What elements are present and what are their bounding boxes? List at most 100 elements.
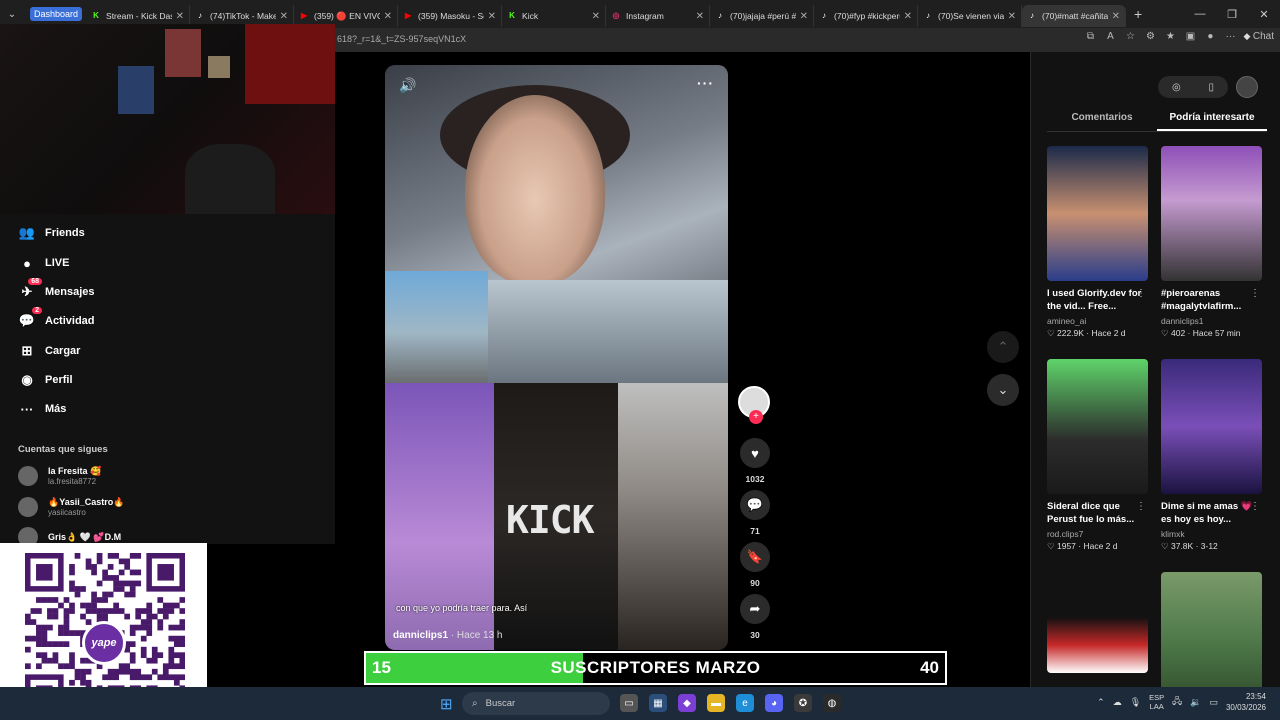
volume-tray-icon[interactable]: 🔉: [1190, 697, 1201, 708]
card-title[interactable]: Sideral dice que Perust fue lo más...: [1047, 500, 1148, 526]
extensions-icon[interactable]: ⚙: [1143, 31, 1157, 42]
bookmark-icon[interactable]: 🔖: [740, 542, 770, 572]
browser-tab[interactable]: ◎ Instagram ✕: [606, 5, 711, 27]
close-tab-icon[interactable]: ✕: [592, 11, 600, 22]
browser-tab[interactable]: K Kick ✕: [502, 5, 607, 27]
browser-tab[interactable]: ♪ (70)Se vienen viaje ✕: [918, 5, 1023, 27]
browser-tab[interactable]: ♪ (70)#fyp #kickperu ✕: [814, 5, 919, 27]
video-more-icon[interactable]: ···: [697, 75, 714, 91]
video-thumbnail[interactable]: [1047, 146, 1148, 281]
profile-avatar-icon[interactable]: ●: [1203, 31, 1217, 42]
creator-avatar[interactable]: +: [738, 386, 770, 424]
browser-tab[interactable]: ♪ (70)jajaja #perú #p ✕: [710, 5, 815, 27]
copilot-icon[interactable]: ◆: [678, 694, 696, 712]
close-tab-icon[interactable]: ✕: [904, 11, 912, 22]
close-tab-icon[interactable]: ✕: [176, 11, 184, 22]
close-tab-icon[interactable]: ✕: [1008, 11, 1016, 22]
like-heart-icon[interactable]: ♥: [740, 438, 770, 468]
close-tab-icon[interactable]: ✕: [384, 11, 392, 22]
minimize-icon[interactable]: —: [1184, 0, 1216, 28]
onedrive-icon[interactable]: ☁: [1113, 697, 1122, 708]
xbox-icon[interactable]: ✪: [794, 694, 812, 712]
video-thumbnail[interactable]: [1161, 146, 1262, 281]
task-view-icon[interactable]: ▭: [620, 694, 638, 712]
translate-icon[interactable]: A: [1103, 31, 1117, 42]
battery-icon[interactable]: ▭: [1209, 697, 1218, 708]
card-author[interactable]: amineo_ai: [1047, 316, 1148, 326]
follow-plus-icon[interactable]: +: [749, 410, 763, 424]
sidebar-item-perfil[interactable]: ◉ Perfil: [18, 371, 72, 389]
address-bar[interactable]: 618?_r=1&_t=ZS-957seqVN1cX ⧉ A ☆ ⚙ ★ ▣ ●…: [335, 28, 1280, 52]
card-author[interactable]: klimxk: [1161, 529, 1262, 539]
tab-group-chip[interactable]: Dashboard: [30, 7, 83, 21]
video-thumbnail[interactable]: [1161, 359, 1262, 494]
sidebar-item-ms[interactable]: ··· Más: [18, 400, 67, 418]
tab-comments[interactable]: Comentarios: [1047, 110, 1157, 131]
tab-may-interest[interactable]: Podría interesarte: [1157, 110, 1267, 131]
sidebar-item-friends[interactable]: 👥 Friends: [18, 224, 85, 242]
file-explorer-icon[interactable]: ▬: [707, 694, 725, 712]
following-account[interactable]: la Fresita 🥰 la.fresita8772: [18, 466, 101, 486]
sidebar-item-mensajes[interactable]: ✈ 68 Mensajes: [18, 278, 95, 301]
comment-icon[interactable]: 💬: [740, 490, 770, 520]
close-tab-icon[interactable]: ✕: [1112, 11, 1120, 22]
widgets-icon[interactable]: ▦: [649, 694, 667, 712]
windows-start-icon[interactable]: ⊞: [440, 695, 453, 713]
card-more-icon[interactable]: ⋮: [1250, 501, 1260, 512]
discord-icon[interactable]: ◕: [765, 694, 783, 712]
recommended-video-card[interactable]: #pieroarenas #magalytvlafirm... ⋮ dannicli…: [1161, 146, 1262, 339]
favorite-star-icon[interactable]: ☆: [1123, 31, 1137, 42]
card-more-icon[interactable]: ⋮: [1136, 501, 1146, 512]
edge-icon[interactable]: e: [736, 694, 754, 712]
favorites-icon[interactable]: ★: [1163, 31, 1177, 42]
share-arrow-icon[interactable]: ➦: [740, 594, 770, 624]
taskbar-search[interactable]: ⌕ Buscar: [462, 692, 610, 715]
video-author-name[interactable]: danniclips1: [393, 630, 448, 641]
tray-overflow-icon[interactable]: ⌃: [1097, 697, 1105, 708]
close-tab-icon[interactable]: ✕: [800, 11, 808, 22]
video-player[interactable]: KICK 🔊 ··· con que yo podría traer para.…: [385, 65, 728, 650]
copilot-chat-button[interactable]: ◆ Chat: [1243, 31, 1274, 42]
card-author[interactable]: danniclips1: [1161, 316, 1262, 326]
recommended-video-card[interactable]: Dime si me amas 💗 es hoy es hoy... ⋮ klimx…: [1161, 359, 1262, 552]
compass-icon[interactable]: ◎: [1172, 82, 1181, 93]
clock[interactable]: 23:54 30/03/2026: [1226, 691, 1266, 713]
phone-icon[interactable]: ▯: [1209, 82, 1215, 93]
new-tab-button[interactable]: +: [1126, 6, 1150, 22]
sidebar-item-cargar[interactable]: ⊞ Cargar: [18, 342, 81, 360]
next-video-chevron-down-icon[interactable]: ⌄: [987, 374, 1019, 406]
user-avatar[interactable]: [1236, 76, 1258, 98]
recommended-video-card[interactable]: I used Glorify.dev for the vid... Free..…: [1047, 146, 1148, 339]
previous-video-chevron-up-icon[interactable]: ⌃: [987, 331, 1019, 363]
close-tab-icon[interactable]: ✕: [280, 11, 288, 22]
card-author[interactable]: rod.clips7: [1047, 529, 1148, 539]
video-author[interactable]: danniclips1 · Hace 13 h: [393, 630, 503, 641]
recommended-video-card[interactable]: [1047, 572, 1148, 673]
close-tab-icon[interactable]: ✕: [696, 11, 704, 22]
card-more-icon[interactable]: ⋮: [1250, 288, 1260, 299]
obs-icon[interactable]: ◍: [823, 694, 841, 712]
view-toggle[interactable]: ◎ ▯: [1158, 76, 1228, 98]
following-account[interactable]: 🔥Yasii_Castro🔥 yasiicastro: [18, 497, 124, 517]
collections-icon[interactable]: ▣: [1183, 31, 1197, 42]
browser-menu-icon[interactable]: ···: [1223, 31, 1237, 42]
card-title[interactable]: I used Glorify.dev for the vid... Free..…: [1047, 287, 1148, 313]
browser-tab[interactable]: ▶ (359) Masoku - So ✕: [398, 5, 503, 27]
sidebar-item-actividad[interactable]: 💬 2 Actividad: [18, 307, 95, 330]
volume-icon[interactable]: 🔊: [399, 77, 416, 94]
browser-tab[interactable]: ♪ (70)#matt #cañita ✕: [1022, 5, 1127, 27]
video-thumbnail[interactable]: [1047, 359, 1148, 494]
card-title[interactable]: #pieroarenas #magalytvlafirm...: [1161, 287, 1262, 313]
card-more-icon[interactable]: ⋮: [1136, 288, 1146, 299]
maximize-icon[interactable]: ❐: [1216, 0, 1248, 28]
recommended-video-card[interactable]: Sideral dice que Perust fue lo más... ⋮ ro…: [1047, 359, 1148, 552]
address-url[interactable]: 618?_r=1&_t=ZS-957seqVN1cX: [337, 34, 466, 44]
microphone-icon[interactable]: 🎙: [1130, 697, 1141, 708]
network-icon[interactable]: 🖧: [1172, 694, 1182, 710]
input-language[interactable]: ESP LAA: [1149, 693, 1164, 711]
close-window-icon[interactable]: ✕: [1248, 0, 1280, 28]
close-tab-icon[interactable]: ✕: [488, 11, 496, 22]
video-thumbnail[interactable]: [1047, 617, 1148, 673]
card-title[interactable]: Dime si me amas 💗 es hoy es hoy...: [1161, 500, 1262, 526]
open-in-app-icon[interactable]: ⧉: [1083, 31, 1097, 42]
